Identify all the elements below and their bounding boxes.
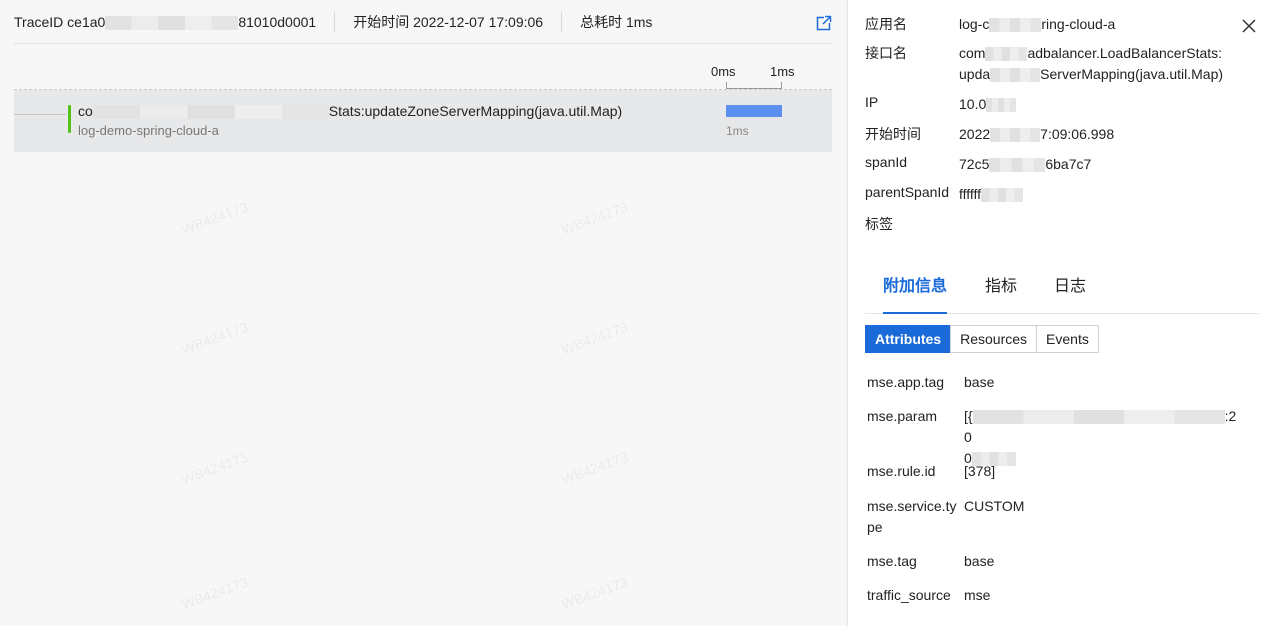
span-row[interactable]: co Stats:updateZoneServerMapping(java.uti… <box>14 90 832 152</box>
ip-value: 10.0 <box>959 94 1249 115</box>
span-service-name: log-demo-spring-cloud-a <box>78 123 219 138</box>
app-name-label: 应用名 <box>865 16 907 32</box>
watermark: WB424173 <box>559 318 630 358</box>
attribute-value: [378] <box>964 463 996 479</box>
start-time-field: 开始时间 2022-12-07 17:09:06 <box>335 12 563 32</box>
watermark: WB424173 <box>179 318 250 358</box>
redacted-mask <box>105 16 239 31</box>
attribute-value: base <box>964 374 995 390</box>
attribute-value: [{:20 0 <box>964 408 1237 467</box>
api-name-value: com adbalancer.LoadBalancerStats: upda Serv… <box>959 45 1224 83</box>
total-duration-field: 总耗时 1ms <box>562 12 670 32</box>
attribute-value: mse <box>964 587 991 603</box>
total-duration-label: 总耗时 <box>580 14 623 30</box>
redacted-mask <box>92 105 329 120</box>
total-duration-value: 1ms <box>625 14 653 30</box>
segment-resources[interactable]: Resources <box>950 325 1038 353</box>
watermark: WB424173 <box>559 448 630 488</box>
trace-id-label: TraceID <box>14 14 64 30</box>
detail-tabs: 附加信息 指标 日志 <box>865 268 1259 314</box>
attribute-value: CUSTOM <box>964 498 1025 514</box>
attribute-key: mse.param <box>867 408 938 424</box>
header-divider <box>14 43 832 44</box>
attribute-key: traffic_source <box>867 587 951 603</box>
span-name-prefix: co <box>78 103 93 119</box>
span-operation-name: co Stats:updateZoneServerMapping(java.uti… <box>78 103 623 120</box>
span-id-label: spanId <box>865 154 908 170</box>
start-time-label: 开始时间 <box>353 14 410 30</box>
trace-id-prefix: ce1a0 <box>67 14 106 30</box>
attribute-segment-control: Attributes Resources Events <box>865 325 1099 353</box>
watermark: WB424173 <box>179 573 250 613</box>
tab-logs[interactable]: 日志 <box>1054 276 1086 314</box>
app-name-value: log-c ring-cloud-a <box>959 16 1116 33</box>
watermark: WB424173 <box>179 198 250 238</box>
scale-start-label: 0ms <box>711 64 736 79</box>
attribute-key: mse.app.tag <box>867 374 945 390</box>
trace-id-field: TraceID ce1a0 81010d0001 <box>0 12 336 32</box>
parent-span-id-label: parentSpanId <box>865 184 950 200</box>
span-id-value: 72c5 6ba7c7 <box>959 156 1092 173</box>
tags-label: 标签 <box>865 216 893 232</box>
segment-attributes[interactable]: Attributes <box>865 325 952 353</box>
span-detail-panel: 应用名 log-c ring-cloud-a 接口名 com adbalancer.… <box>849 0 1279 626</box>
start-time-value: 2022 7:09:06.998 <box>959 126 1115 143</box>
attribute-value: base <box>964 553 995 569</box>
trace-header: TraceID ce1a0 81010d0001 开始时间 2022-12-07 … <box>0 0 848 44</box>
watermark: WB424173 <box>559 573 630 613</box>
tree-connector <box>14 114 66 115</box>
tab-additional-info[interactable]: 附加信息 <box>883 276 948 314</box>
ip-label: IP <box>865 94 879 110</box>
start-time-value: 2022-12-07 17:09:06 <box>413 14 544 30</box>
watermark: WB424173 <box>559 198 630 238</box>
start-time-label: 开始时间 <box>865 126 921 142</box>
watermark: WB424173 <box>179 448 250 488</box>
parent-span-id-value: ffffff <box>959 184 1249 205</box>
time-scale-bracket <box>726 82 782 89</box>
attribute-key: mse.rule.id <box>867 463 936 479</box>
segment-events[interactable]: Events <box>1036 325 1099 353</box>
span-duration-text: 1ms <box>726 124 749 138</box>
scale-end-label: 1ms <box>770 64 795 79</box>
tab-metrics[interactable]: 指标 <box>985 276 1017 314</box>
api-name-label: 接口名 <box>865 45 907 61</box>
attribute-key: mse.service.type <box>867 498 957 535</box>
external-link-icon[interactable] <box>816 15 832 31</box>
span-status-indicator <box>68 105 71 133</box>
span-duration-bar <box>726 105 782 117</box>
span-name-suffix: Stats:updateZoneServerMapping(java.util.… <box>328 103 623 119</box>
trace-id-suffix: 81010d0001 <box>238 14 317 30</box>
trace-timeline-pane: TraceID ce1a0 81010d0001 开始时间 2022-12-07 … <box>0 0 848 626</box>
attribute-key: mse.tag <box>867 553 917 569</box>
